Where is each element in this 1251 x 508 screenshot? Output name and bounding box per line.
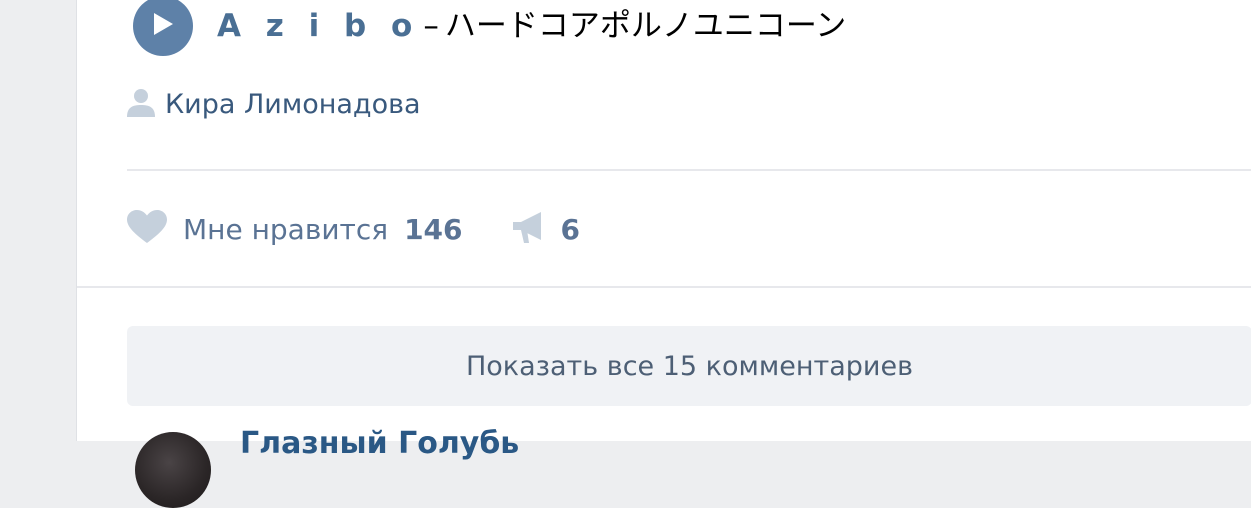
page-gutter <box>0 0 76 441</box>
show-all-comments-button[interactable]: Показать все 15 комментариев <box>127 326 1251 406</box>
author-name-link[interactable]: Кира Лимонадова <box>165 89 421 120</box>
post-author: Кира Лимонадова <box>127 84 421 124</box>
like-label: Мне нравится <box>183 212 389 246</box>
megaphone-icon <box>511 210 547 248</box>
wall-post: A z i b o – ハードコアポルノユニコーン Кира Лимонадова … <box>76 0 1251 508</box>
like-count: 146 <box>404 212 463 246</box>
user-icon <box>127 87 155 121</box>
divider <box>127 169 1251 171</box>
audio-track[interactable]: A z i b o – ハードコアポルノユニコーン <box>133 0 846 58</box>
play-button[interactable] <box>133 0 193 56</box>
avatar[interactable] <box>135 432 211 508</box>
track-artist[interactable]: A z i b o <box>217 8 419 44</box>
share-button[interactable]: 6 <box>511 210 580 248</box>
share-count: 6 <box>560 212 581 246</box>
track-info: A z i b o – ハードコアポルノユニコーン <box>217 7 847 44</box>
heart-icon <box>127 210 167 248</box>
divider <box>77 286 1251 288</box>
track-title: ハードコアポルノユニコーン <box>444 7 847 44</box>
track-separator: – <box>423 7 439 44</box>
play-icon <box>152 12 174 40</box>
comment-author-link[interactable]: Глазный Голубь <box>240 426 519 461</box>
like-button[interactable]: Мне нравится 146 <box>127 210 463 248</box>
post-actions: Мне нравится 146 6 <box>127 206 580 252</box>
